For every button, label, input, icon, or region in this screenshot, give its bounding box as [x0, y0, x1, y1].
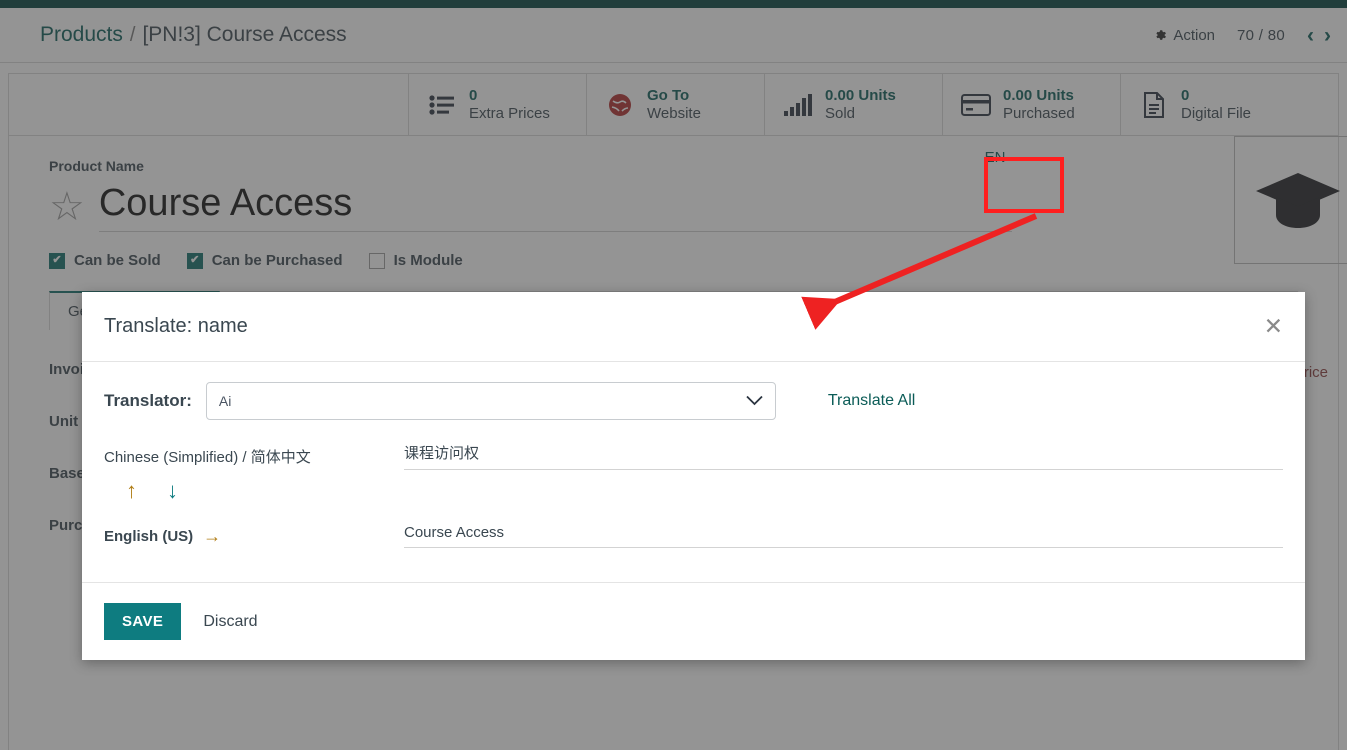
translation-language-label: Chinese (Simplified) / 简体中文 — [104, 448, 311, 466]
arrow-down-icon[interactable]: ↓ — [167, 480, 178, 502]
translation-row-chinese: Chinese (Simplified) / 简体中文 课程访问权 — [104, 442, 1283, 470]
translation-language-text: English (US) — [104, 527, 194, 545]
save-button[interactable]: SAVE — [104, 603, 182, 640]
dialog-footer: SAVE Discard — [82, 582, 1305, 660]
translator-select[interactable]: Ai — [205, 382, 776, 420]
translate-all-button[interactable]: Translate All — [828, 392, 915, 410]
translation-value-input-source[interactable]: Course Access — [404, 524, 1283, 548]
translator-label: Translator: — [104, 391, 192, 410]
close-icon[interactable]: ✕ — [1264, 315, 1283, 338]
dialog-title: Translate: name — [104, 315, 248, 337]
dialog-header: Translate: name ✕ — [82, 292, 1305, 362]
arrow-right-icon[interactable]: → — [203, 527, 221, 545]
translator-row: Translator: Ai Translate All — [104, 382, 1283, 420]
chevron-down-icon — [746, 391, 763, 411]
reorder-arrows: ↑ ↓ — [126, 480, 1283, 502]
arrow-up-icon[interactable]: ↑ — [126, 480, 137, 502]
translation-value-input[interactable]: 课程访问权 — [404, 442, 1283, 470]
translator-select-value: Ai — [218, 393, 232, 409]
discard-button[interactable]: Discard — [203, 613, 257, 631]
translation-language-label-source: English (US) → — [104, 524, 404, 548]
screen: Products / [PN!3] Course Access Action 7… — [0, 0, 1347, 750]
translation-row-english: English (US) → Course Access — [104, 524, 1283, 548]
translate-dialog: Translate: name ✕ Translator: Ai Transla… — [82, 292, 1305, 660]
dialog-body: Translator: Ai Translate All Chinese (Si… — [82, 362, 1305, 582]
